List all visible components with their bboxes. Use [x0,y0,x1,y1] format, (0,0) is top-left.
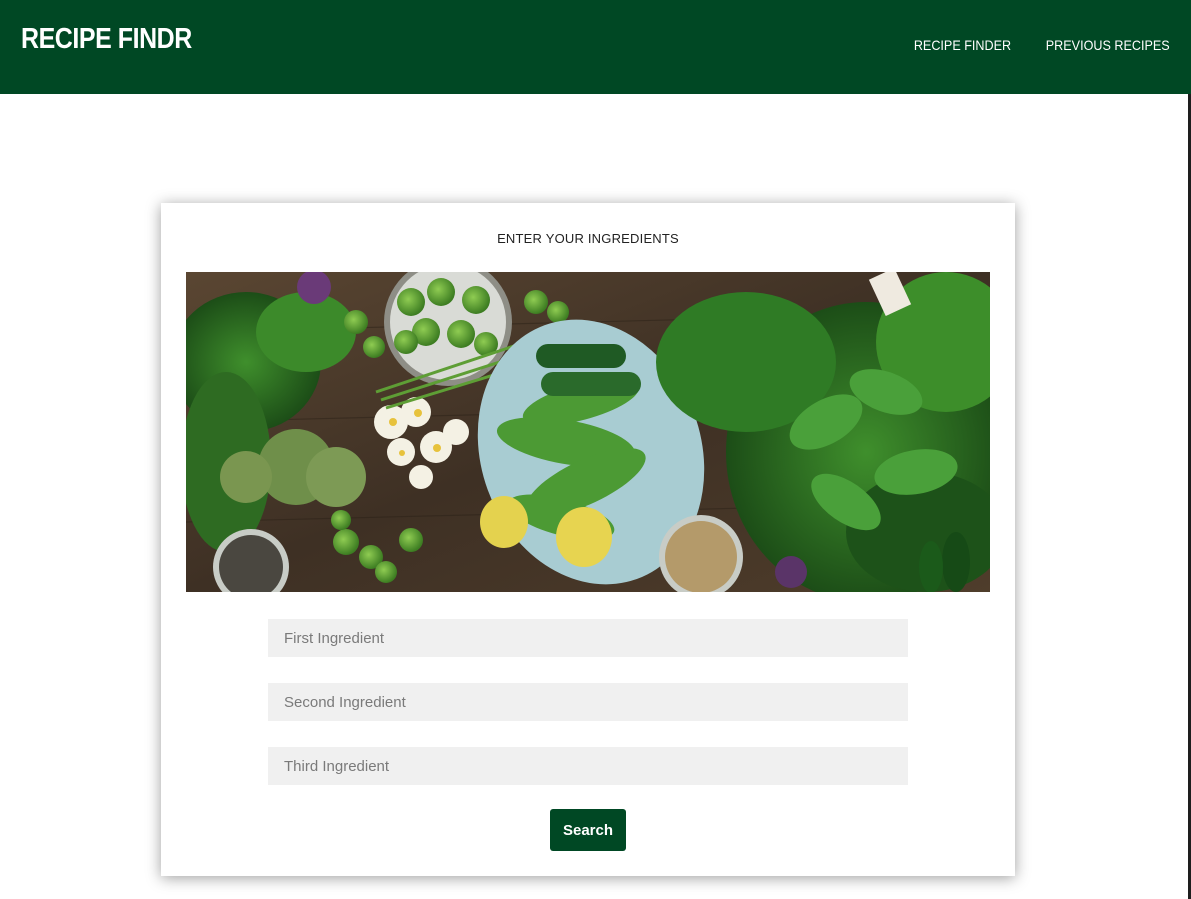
ingredient-card: ENTER YOUR INGREDIENTS First Ingredient … [161,203,1015,876]
hero-image [186,272,990,592]
nav-link-recipe-finder[interactable]: RECIPE FINDER [914,37,1011,53]
card-title: ENTER YOUR INGREDIENTS [497,231,679,246]
vegetables-illustration [186,272,990,592]
search-button[interactable]: Search [550,809,626,851]
nav-link-previous-recipes[interactable]: PREVIOUS RECIPES [1046,37,1170,53]
third-ingredient-input[interactable] [268,747,908,785]
nav-links: RECIPE FINDER PREVIOUS RECIPES [903,37,1170,53]
top-navbar: RECIPE FINDR RECIPE FINDER PREVIOUS RECI… [0,0,1191,94]
brand-logo[interactable]: RECIPE FINDR [21,23,192,56]
first-ingredient-input[interactable] [268,619,908,657]
second-ingredient-input[interactable] [268,683,908,721]
